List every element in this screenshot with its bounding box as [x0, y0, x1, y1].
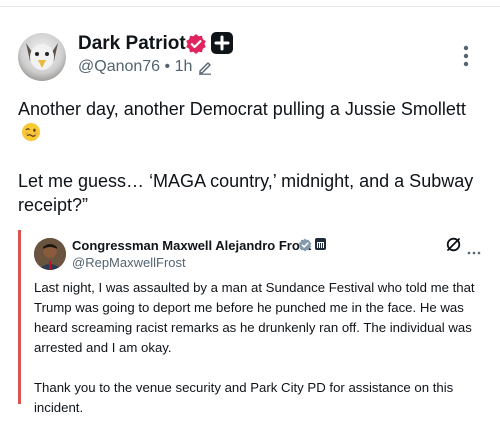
more-horizontal-icon[interactable] [467, 242, 481, 255]
author-handle-line: @Qanon76 • 1h [78, 58, 192, 76]
quoted-post-paragraph-2: Thank you to the venue security and Park… [34, 380, 454, 415]
quoted-verified-badge-icon [298, 238, 312, 252]
woozy-face-emoji [22, 123, 40, 141]
post-text-line2: Let me guess… ‘MAGA country,’ midnight, … [18, 171, 474, 215]
post-text: Another day, another Democrat pulling a … [18, 97, 478, 217]
quoted-post[interactable]: Congressman Maxwell Alejandro Frost @Rep… [18, 226, 488, 428]
quote-accent-bar [18, 230, 21, 404]
author-handle[interactable]: @Qanon76 [78, 58, 160, 75]
grok-icon[interactable] [445, 236, 462, 253]
government-label-icon [315, 238, 326, 250]
pencil-icon[interactable] [197, 59, 213, 75]
author-name[interactable]: Dark Patriot [78, 33, 186, 55]
separator-dot: • [164, 58, 171, 75]
plus-badge-icon [211, 32, 233, 54]
quoted-author-handle[interactable]: @RepMaxwellFrost [72, 255, 186, 270]
quoted-author-avatar[interactable] [34, 238, 66, 270]
quoted-author-name[interactable]: Congressman Maxwell Alejandro Frost [72, 238, 311, 253]
author-avatar[interactable] [18, 33, 66, 81]
more-vertical-icon[interactable] [459, 44, 473, 68]
post-time[interactable]: 1h [175, 58, 193, 75]
quoted-post-paragraph-1: Last night, I was assaulted by a man at … [34, 280, 475, 355]
verified-badge-icon [185, 33, 207, 55]
top-divider [0, 6, 500, 7]
post-text-line1: Another day, another Democrat pulling a … [18, 99, 466, 119]
quoted-post-text: Last night, I was assaulted by a man at … [34, 278, 484, 418]
